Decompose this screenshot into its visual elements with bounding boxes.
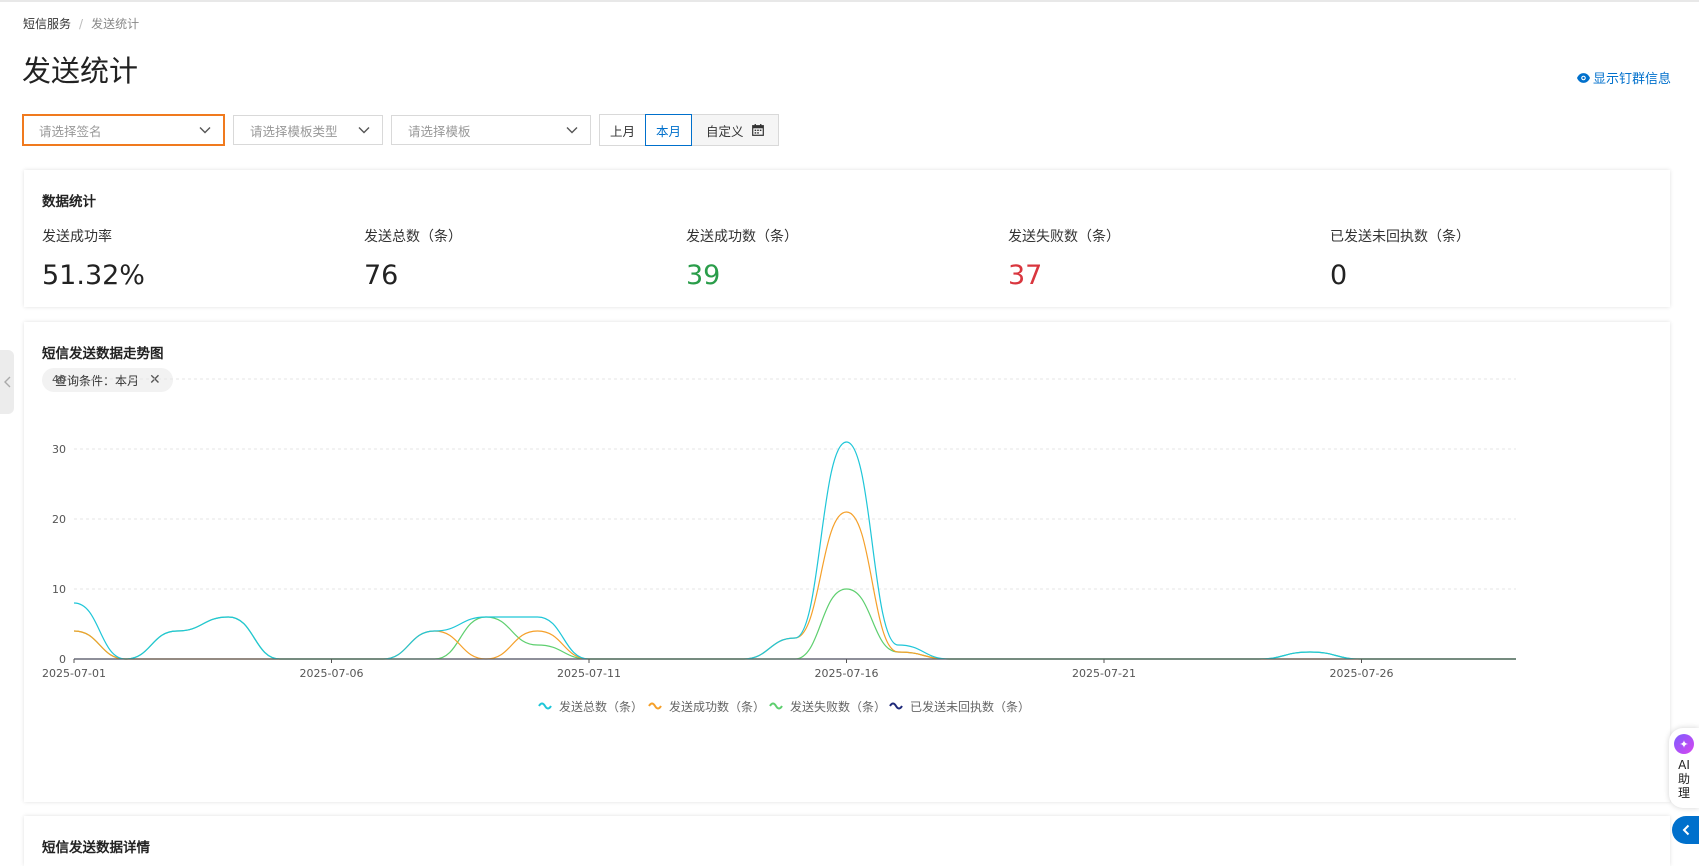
legend-item-0[interactable]: 发送总数（条） — [538, 699, 643, 714]
calendar-icon — [751, 124, 764, 136]
legend-item-3[interactable]: 已发送未回执数（条） — [889, 699, 1030, 714]
filter-bar: 请选择签名 请选择模板类型 请选择模板 上月 本月 自定义 — [22, 114, 779, 146]
ai-assistant-button[interactable]: ✦ AI助理 — [1669, 728, 1699, 808]
custom-range-button[interactable]: 自定义 — [691, 114, 779, 146]
stat-value: 39 — [686, 260, 721, 291]
show-dingtalk-group-label: 显示钉群信息 — [1592, 72, 1671, 87]
legend-wave-icon — [538, 702, 552, 710]
x-tick-label: 2025-07-21 — [1072, 667, 1136, 680]
y-tick-label: 30 — [52, 443, 66, 456]
stats-card: 数据统计 发送成功率 51.32% 发送总数（条） 76 发送成功数（条） 39… — [24, 170, 1670, 307]
chevron-left-icon — [3, 376, 10, 388]
legend-wave-icon — [648, 702, 662, 710]
stat-label: 发送总数（条） — [364, 229, 462, 245]
legend-wave-icon — [889, 702, 903, 710]
stats-card-title: 数据统计 — [42, 194, 96, 210]
details-card: 短信发送数据详情 — [24, 816, 1670, 866]
series-line-0 — [73, 441, 1516, 660]
x-tick-label: 2025-07-26 — [1330, 667, 1394, 680]
y-tick-label: 20 — [52, 513, 66, 526]
legend-label: 发送失败数（条） — [790, 699, 886, 714]
series-line-1 — [73, 511, 1516, 660]
stat-no-receipt: 已发送未回执数（条） 0 — [1330, 226, 1652, 291]
chevron-left-icon — [1682, 824, 1689, 836]
breadcrumb-parent[interactable]: 短信服务 — [23, 15, 71, 32]
stat-success-rate: 发送成功率 51.32% — [42, 226, 364, 291]
x-tick-label: 2025-07-16 — [815, 667, 879, 680]
template-select-placeholder: 请选择模板 — [408, 123, 471, 139]
legend-item-2[interactable]: 发送失败数（条） — [769, 699, 886, 714]
signature-select[interactable]: 请选择签名 — [22, 114, 225, 146]
stat-value: 37 — [1008, 260, 1043, 291]
page-title: 发送统计 — [22, 54, 139, 88]
stat-value: 51.32% — [42, 260, 145, 291]
stat-label: 已发送未回执数（条） — [1330, 229, 1470, 245]
trend-card: 短信发送数据走势图 查询条件：本月 ✕ 0 10 20 30 40 2025-07-01 2… — [24, 322, 1670, 802]
stats-row: 发送成功率 51.32% 发送总数（条） 76 发送成功数（条） 39 发送失败… — [42, 226, 1652, 291]
y-tick-label: 40 — [52, 373, 66, 386]
template-type-select[interactable]: 请选择模板类型 — [233, 115, 383, 145]
legend-label: 发送成功数（条） — [669, 699, 765, 714]
date-range-buttons: 上月 本月 自定义 — [599, 114, 779, 146]
x-tick-label: 2025-07-11 — [557, 667, 621, 680]
x-tick-label: 2025-07-06 — [300, 667, 364, 680]
stat-value: 76 — [364, 260, 399, 291]
chevron-down-icon — [358, 127, 370, 134]
custom-range-label: 自定义 — [706, 123, 744, 139]
stat-success-count: 发送成功数（条） 39 — [686, 226, 1008, 291]
breadcrumb: 短信服务 / 发送统计 — [23, 15, 139, 32]
stat-fail-count: 发送失败数（条） 37 — [1008, 226, 1330, 291]
sidebar-expand-handle[interactable] — [0, 350, 14, 414]
legend-label: 已发送未回执数（条） — [910, 699, 1030, 714]
chevron-down-icon — [566, 127, 578, 134]
legend-label: 发送总数（条） — [559, 699, 643, 714]
top-border — [0, 0, 1699, 2]
collapse-panel-button[interactable] — [1672, 816, 1699, 844]
this-month-button[interactable]: 本月 — [645, 114, 693, 146]
template-select[interactable]: 请选择模板 — [391, 115, 591, 145]
stat-label: 发送成功率 — [42, 229, 112, 245]
x-tick-label: 2025-07-01 — [42, 667, 106, 680]
stat-total: 发送总数（条） 76 — [364, 226, 686, 291]
series-line-2 — [73, 588, 1516, 660]
trend-chart: 0 10 20 30 40 2025-07-01 2025-07-06 2025-07-11 2… — [42, 373, 1516, 714]
legend-item-1[interactable]: 发送成功数（条） — [648, 699, 765, 714]
last-month-button[interactable]: 上月 — [599, 114, 647, 146]
breadcrumb-current: 发送统计 — [91, 17, 140, 31]
show-dingtalk-group-link[interactable]: 显示钉群信息 — [1576, 68, 1671, 87]
details-card-title: 短信发送数据详情 — [42, 840, 150, 856]
y-tick-label: 0 — [59, 653, 66, 666]
ai-assistant-label: AI助理 — [1677, 758, 1690, 800]
legend-wave-icon — [769, 702, 783, 710]
stat-label: 发送失败数（条） — [1008, 229, 1120, 245]
breadcrumb-separator: / — [79, 16, 84, 31]
stat-label: 发送成功数（条） — [686, 229, 798, 245]
chevron-down-icon — [199, 127, 211, 134]
ai-assistant-icon: ✦ — [1674, 734, 1694, 754]
y-tick-label: 10 — [52, 583, 66, 596]
template-type-select-placeholder: 请选择模板类型 — [250, 123, 338, 139]
stat-value: 0 — [1330, 260, 1348, 291]
eye-icon — [1576, 72, 1590, 83]
signature-select-placeholder: 请选择签名 — [39, 123, 102, 139]
